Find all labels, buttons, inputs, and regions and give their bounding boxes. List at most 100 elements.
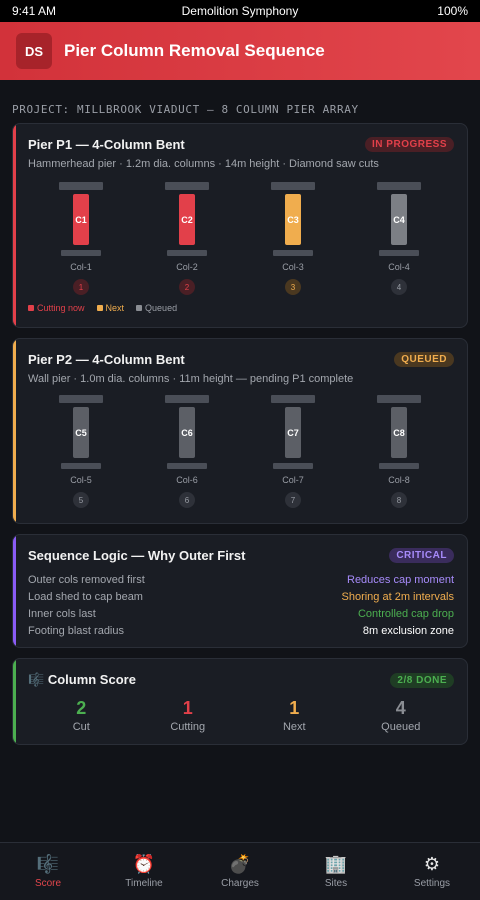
status-time: 9:41 AM bbox=[12, 4, 57, 18]
tab-settings[interactable]: ⚙ Settings bbox=[384, 843, 480, 900]
score-label: Cut bbox=[72, 721, 90, 733]
legend-next-swatch bbox=[96, 305, 103, 311]
tab-label: Settings bbox=[413, 878, 451, 889]
legend-queued-swatch bbox=[136, 305, 143, 311]
status-bar: 9:41 AM Demolition Symphony 100% bbox=[0, 0, 480, 22]
pier-p2-subtitle: Wall pier · 1.0m dia. columns · 11m heig… bbox=[28, 373, 354, 385]
score-value: 4 bbox=[395, 698, 406, 718]
logic-rows: Outer cols removed first Reduces cap mome… bbox=[13, 563, 467, 639]
score-cell-next: 1 Next bbox=[241, 698, 348, 733]
tab-label: Charges bbox=[221, 878, 259, 889]
pier-p2-card[interactable]: Pier P2 — 4-Column Bent QUEUED Wall pier… bbox=[12, 338, 468, 524]
column-shaft[interactable]: C4 bbox=[391, 194, 407, 245]
logic-row: Outer cols removed first Reduces cap mome… bbox=[28, 571, 454, 588]
tab-sites[interactable]: 🏢 Sites bbox=[288, 843, 384, 900]
column-footing bbox=[273, 250, 313, 256]
column-shaft[interactable]: C8 bbox=[391, 407, 407, 458]
column-shaft[interactable]: C1 bbox=[73, 194, 89, 245]
logic-row: Inner cols last Controlled cap drop bbox=[28, 605, 454, 622]
charges-icon: 💣 bbox=[228, 854, 252, 874]
column-order-badge: 1 bbox=[73, 279, 89, 295]
logic-row-value: Shoring at 2m intervals bbox=[341, 590, 455, 603]
tab-score[interactable]: 🎼 Score bbox=[0, 843, 96, 900]
column-footing bbox=[61, 250, 101, 256]
column-shaft[interactable]: C6 bbox=[179, 407, 195, 458]
column-cap bbox=[377, 395, 421, 403]
column-cap bbox=[165, 395, 209, 403]
score-title: Column Score bbox=[47, 672, 136, 687]
pier-p2-title: Pier P2 — 4-Column Bent bbox=[28, 352, 185, 367]
score-icon: 🎼 bbox=[36, 854, 60, 874]
column-name: Col-1 bbox=[70, 262, 92, 272]
column-name: Col-4 bbox=[388, 262, 410, 272]
column-footing bbox=[167, 250, 207, 256]
sequence-logic-card[interactable]: Sequence Logic — Why Outer First CRITICA… bbox=[12, 534, 468, 648]
column-name: Col-2 bbox=[176, 262, 198, 272]
logic-row-value: Reduces cap moment bbox=[347, 573, 454, 586]
pier-p1-subtitle: Hammerhead pier · 1.2m dia. columns · 14… bbox=[28, 158, 379, 170]
column-cap bbox=[59, 395, 103, 403]
column-shaft[interactable]: C3 bbox=[285, 194, 301, 245]
pier-p2-accent bbox=[13, 339, 16, 523]
column-order-badge: 2 bbox=[179, 279, 195, 295]
column-c2[interactable]: C2 Col-2 2 bbox=[134, 182, 240, 295]
column-cap bbox=[59, 182, 103, 190]
app-header: DS Pier Column Removal Sequence bbox=[0, 22, 480, 80]
column-order-badge: 3 bbox=[285, 279, 301, 295]
column-footing bbox=[379, 250, 419, 256]
column-name: Col-8 bbox=[388, 475, 410, 485]
logic-accent bbox=[13, 535, 16, 647]
column-shaft[interactable]: C5 bbox=[73, 407, 89, 458]
column-cap bbox=[377, 182, 421, 190]
column-footing bbox=[167, 463, 207, 469]
score-value: 2 bbox=[76, 698, 87, 718]
column-c7[interactable]: C7 Col-7 7 bbox=[240, 395, 346, 508]
score-label: Cutting bbox=[170, 721, 206, 733]
column-shaft[interactable]: C2 bbox=[179, 194, 195, 245]
column-c3[interactable]: C3 Col-3 3 bbox=[240, 182, 346, 295]
column-footing bbox=[61, 463, 101, 469]
score-value: 1 bbox=[182, 698, 193, 718]
column-cap bbox=[165, 182, 209, 190]
sites-icon: 🏢 bbox=[324, 854, 348, 874]
tab-label: Score bbox=[34, 878, 62, 889]
score-label: Queued bbox=[381, 721, 421, 733]
column-c5[interactable]: C5 Col-5 5 bbox=[28, 395, 134, 508]
legend-cutting-label: Cutting now bbox=[37, 303, 85, 313]
tab-timeline[interactable]: ⏰ Timeline bbox=[96, 843, 192, 900]
tab-charges[interactable]: 💣 Charges bbox=[192, 843, 288, 900]
pier-p1-accent bbox=[13, 124, 16, 327]
pier-p1-legend: Cutting now Next Queued bbox=[13, 295, 467, 313]
column-name: Col-6 bbox=[176, 475, 198, 485]
legend-cutting-swatch bbox=[28, 305, 34, 311]
page-title: Pier Column Removal Sequence bbox=[64, 41, 325, 60]
column-order-badge: 4 bbox=[391, 279, 407, 295]
app-logo[interactable]: DS bbox=[16, 33, 52, 69]
column-name: Col-7 bbox=[282, 475, 304, 485]
column-score-card[interactable]: 🎼 Column Score 2/8 DONE 2 Cut 1 Cutting 1 Nex… bbox=[12, 658, 468, 745]
pier-p1-card[interactable]: Pier P1 — 4-Column Bent IN PROGRESS Hamm… bbox=[12, 123, 468, 328]
tab-label: Sites bbox=[324, 878, 348, 889]
logic-row-label: Load shed to cap beam bbox=[28, 590, 143, 603]
logic-row-value: 8m exclusion zone bbox=[362, 624, 454, 637]
column-shaft[interactable]: C7 bbox=[285, 407, 301, 458]
column-c4[interactable]: C4 Col-4 4 bbox=[346, 182, 452, 295]
legend-next: Next bbox=[96, 303, 124, 313]
settings-icon: ⚙ bbox=[423, 854, 441, 874]
score-grid: 2 Cut 1 Cutting 1 Next 4 Queued bbox=[13, 688, 467, 733]
column-cap bbox=[271, 182, 315, 190]
logic-row-label: Outer cols removed first bbox=[28, 573, 145, 586]
score-accent bbox=[13, 659, 16, 744]
column-c6[interactable]: C6 Col-6 6 bbox=[134, 395, 240, 508]
logic-title: Sequence Logic — Why Outer First bbox=[28, 548, 246, 563]
column-order-badge: 5 bbox=[73, 492, 89, 508]
bottom-tab-bar: 🎼 Score ⏰ Timeline 💣 Charges 🏢 Sites ⚙ Settings bbox=[0, 842, 480, 900]
column-c8[interactable]: C8 Col-8 8 bbox=[346, 395, 452, 508]
column-name: Col-5 bbox=[70, 475, 92, 485]
column-name: Col-3 bbox=[282, 262, 304, 272]
score-value: 1 bbox=[289, 698, 300, 718]
column-c1[interactable]: C1 Col-1 1 bbox=[28, 182, 134, 295]
score-music-icon: 🎼 bbox=[28, 672, 45, 687]
column-order-badge: 8 bbox=[391, 492, 407, 508]
logic-row-label: Inner cols last bbox=[28, 607, 96, 620]
